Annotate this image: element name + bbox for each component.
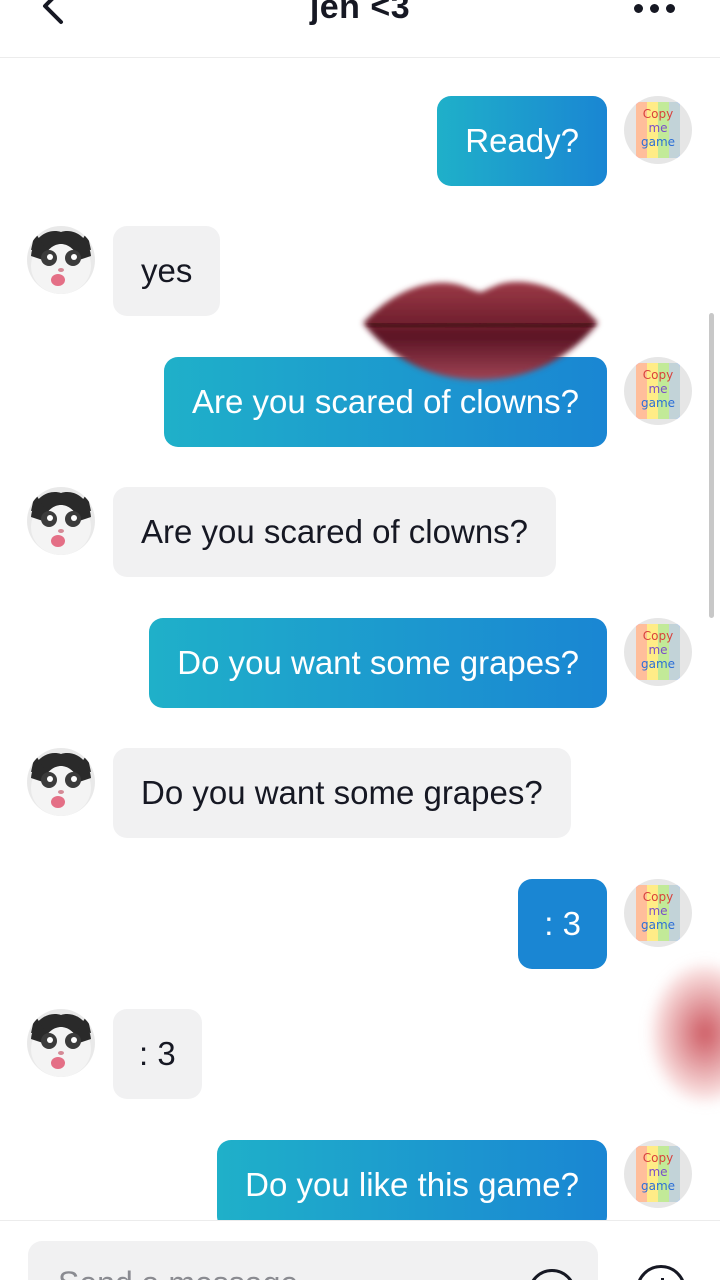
message-input-placeholder: Send a message... bbox=[58, 1265, 325, 1280]
avatar-label: me bbox=[648, 1165, 667, 1179]
avatar-label: me bbox=[648, 643, 667, 657]
message-row: Do you want some grapes? bbox=[0, 748, 720, 838]
message-row: Are you scared of clowns? bbox=[0, 487, 720, 577]
composer-bar: Send a message... bbox=[0, 1220, 720, 1280]
sent-message-bubble[interactable]: : 3 bbox=[518, 879, 607, 969]
avatar-label: Copy bbox=[643, 107, 673, 121]
sent-message-bubble[interactable]: Do you want some grapes? bbox=[149, 618, 607, 708]
chat-header: jen <3 bbox=[0, 0, 720, 58]
page-title[interactable]: jen <3 bbox=[0, 0, 720, 27]
avatar-label: game bbox=[641, 657, 675, 671]
plus-icon[interactable] bbox=[636, 1265, 686, 1280]
sent-message-bubble[interactable]: Ready? bbox=[437, 96, 607, 186]
avatar-label: game bbox=[641, 1179, 675, 1193]
avatar-label: Copy bbox=[643, 1151, 673, 1165]
message-row: Ready? Copy me game bbox=[0, 96, 720, 186]
avatar-label: Copy bbox=[643, 368, 673, 382]
avatar-label: game bbox=[641, 396, 675, 410]
message-row: : 3 bbox=[0, 1009, 720, 1099]
more-options-button[interactable] bbox=[634, 0, 684, 20]
avatar[interactable]: Copy me game bbox=[624, 618, 692, 686]
message-row: : 3 Copy me game bbox=[0, 879, 720, 969]
avatar-label: me bbox=[648, 382, 667, 396]
message-row: Do you like this game? Copy me game bbox=[0, 1140, 720, 1220]
avatar-label: game bbox=[641, 135, 675, 149]
avatar[interactable]: Copy me game bbox=[624, 1140, 692, 1208]
avatar[interactable]: Copy me game bbox=[624, 879, 692, 947]
avatar[interactable]: Copy me game bbox=[624, 357, 692, 425]
scrollbar[interactable] bbox=[709, 313, 714, 618]
avatar-label: Copy bbox=[643, 629, 673, 643]
avatar-label: me bbox=[648, 121, 667, 135]
received-message-bubble[interactable]: yes bbox=[113, 226, 221, 316]
avatar[interactable] bbox=[27, 748, 95, 816]
avatar[interactable] bbox=[27, 487, 95, 555]
received-message-bubble[interactable]: Do you want some grapes? bbox=[113, 748, 571, 838]
received-message-bubble[interactable]: Are you scared of clowns? bbox=[113, 487, 557, 577]
avatar-label: me bbox=[648, 904, 667, 918]
message-input[interactable]: Send a message... bbox=[28, 1241, 598, 1280]
avatar[interactable] bbox=[27, 1009, 95, 1077]
message-row: Do you want some grapes? Copy me game bbox=[0, 618, 720, 708]
received-message-bubble[interactable]: : 3 bbox=[113, 1009, 202, 1099]
avatar[interactable]: Copy me game bbox=[624, 96, 692, 164]
sent-message-bubble[interactable]: Do you like this game? bbox=[217, 1140, 607, 1220]
avatar-label: Copy bbox=[643, 890, 673, 904]
message-list[interactable]: Ready? Copy me game yes Are you scared of … bbox=[0, 58, 720, 1220]
avatar-label: game bbox=[641, 918, 675, 932]
avatar[interactable] bbox=[27, 226, 95, 294]
lips-sticker bbox=[363, 281, 598, 380]
more-dots-icon bbox=[634, 3, 643, 13]
